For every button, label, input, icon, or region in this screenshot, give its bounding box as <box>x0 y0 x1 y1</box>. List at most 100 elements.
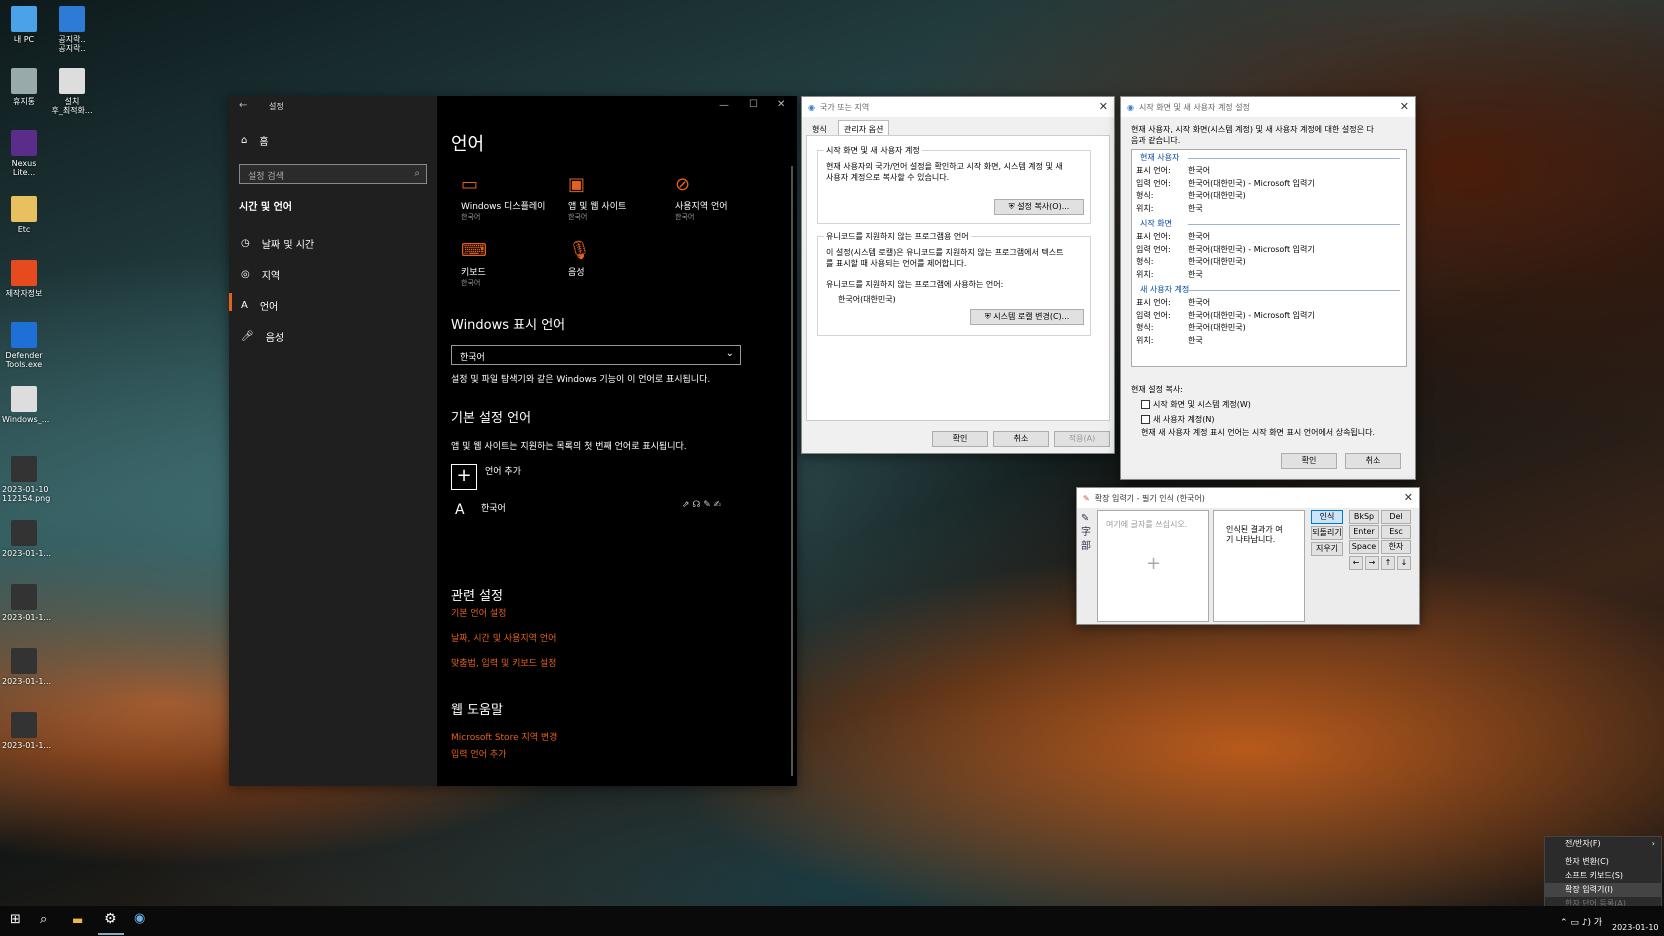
related-link-2[interactable]: 날짜, 시간 및 사용지역 언어 <box>451 631 556 644</box>
close-icon[interactable]: ✕ <box>777 99 785 110</box>
settings-window: ← 설정 ⌂ 홈 설정 검색 ⌕ 시간 및 언어 ◷ 날짜 및 시간 ◎ 지역 A 언어… <box>229 96 797 786</box>
tile-display[interactable]: ▭ Windows 디스플레이 한국어 <box>461 174 545 222</box>
menu-item[interactable]: 한자 변환(C) <box>1545 855 1661 869</box>
group-welcome: 시작 화면 및 새 사용자 계정 현재 사용자의 국가/언어 설정을 확인하고 … <box>817 145 1091 224</box>
clear-button[interactable]: 지우기 <box>1311 542 1343 556</box>
close-icon[interactable]: ✕ <box>1404 491 1413 504</box>
undo-button[interactable]: 되돌리기 <box>1311 526 1343 540</box>
lang-item-korean[interactable]: 한국어 <box>481 501 506 514</box>
scrollbar[interactable] <box>791 166 793 776</box>
handwriting-area[interactable]: 여기에 글자를 쓰십시오. + <box>1097 510 1209 622</box>
mic-icon: 🎤︎ <box>241 331 254 342</box>
desktop-icon[interactable]: Defender Tools.exe <box>2 322 46 369</box>
home-link[interactable]: ⌂ 홈 <box>241 133 269 148</box>
ime-key[interactable]: Space <box>1349 540 1379 554</box>
settings-gear-icon[interactable]: ⚙ <box>104 911 117 927</box>
tile-keyboard[interactable]: ⌨ 키보드 한국어 <box>461 240 487 288</box>
maximize-icon[interactable]: ☐ <box>749 99 758 110</box>
sidebar-item-datetime[interactable]: ◷ 날짜 및 시간 <box>241 236 314 251</box>
ime-key[interactable]: 한자 <box>1381 540 1411 554</box>
row-label: 위치: <box>1136 203 1154 213</box>
desktop-icon[interactable]: 2023-01-10 112154.png <box>2 456 50 503</box>
pref-lang-desc: 앱 및 웹 사이트는 지원하는 목록의 첫 번째 언어로 표시됩니다. <box>451 442 687 452</box>
ime-key[interactable]: Enter <box>1349 525 1379 539</box>
folder-icon[interactable]: ▬ <box>72 913 83 927</box>
desktop-icon[interactable]: 2023-01-1... <box>2 712 51 750</box>
desktop-icon[interactable]: 제작자정보 <box>2 260 46 298</box>
desktop-icon[interactable]: 2023-01-1... <box>2 648 51 686</box>
row-label: 위치: <box>1136 269 1154 279</box>
change-locale-button[interactable]: ⛨ 시스템 로캘 변경(C)... <box>970 309 1084 325</box>
checkbox-welcome[interactable]: 시작 화면 및 시스템 계정(W) <box>1141 399 1251 410</box>
tile-speech[interactable]: 🎙︎ 음성 <box>568 240 591 278</box>
desktop-icon[interactable]: 2023-01-1... <box>2 520 51 558</box>
ok-button[interactable]: 확인 <box>932 431 988 447</box>
group-non-unicode: 유니코드를 지원하지 않는 프로그램용 언어 이 설정(시스템 로캘)은 유니코… <box>817 231 1091 336</box>
settings-summary-list: 현재 사용자 표시 언어: 한국어 입력 언어: 한국어(대한민국) - Microso… <box>1131 149 1407 367</box>
desktop-icon[interactable]: 공지락.. 공지락.. <box>50 6 94 53</box>
help-link-2[interactable]: 입력 언어 추가 <box>451 747 506 760</box>
desktop-icon[interactable]: Windows_... <box>2 386 49 424</box>
arrow-key[interactable]: → <box>1365 556 1379 570</box>
window-title: 국가 또는 지역 <box>819 102 870 112</box>
minimize-icon[interactable]: — <box>719 100 729 111</box>
related-link-1[interactable]: 기본 언어 설정 <box>451 606 506 619</box>
menu-item[interactable]: 소프트 키보드(S) <box>1545 869 1661 883</box>
search-icon[interactable]: ⌕ <box>40 912 47 927</box>
sidebar-item-language[interactable]: A 언어 <box>241 298 278 313</box>
display-lang-select[interactable]: 한국어 ⌄ <box>451 345 741 365</box>
sidebar-item-region[interactable]: ◎ 지역 <box>241 267 280 282</box>
arrow-key[interactable]: ↓ <box>1397 556 1411 570</box>
row-label: 형식: <box>1136 257 1154 266</box>
row-value: 한국어(대한민국) <box>1188 257 1246 266</box>
region-globe-icon[interactable]: ◉ <box>134 911 145 926</box>
back-arrow-icon[interactable]: ← <box>239 100 247 111</box>
file-icon <box>11 456 37 482</box>
desktop-icon[interactable]: 내 PC <box>2 6 46 44</box>
ime-key[interactable]: Esc <box>1381 525 1411 539</box>
add-language-label[interactable]: 언어 추가 <box>485 464 521 477</box>
checkbox-new-user[interactable]: 새 사용자 계정(N) <box>1141 414 1214 425</box>
desktop-icon[interactable]: Nexus Lite... <box>2 130 46 177</box>
tab-format[interactable]: 형식 <box>812 124 827 135</box>
menu-item[interactable]: 전/반자(F) › <box>1545 837 1661 851</box>
desktop-icon[interactable]: 휴지통 <box>2 68 46 106</box>
keyboard-icon: ⌨ <box>461 240 487 261</box>
desktop-icon[interactable]: Etc <box>2 196 46 234</box>
tray-icons[interactable]: ⌃ ▭ ♪) 가 <box>1560 915 1602 928</box>
desktop-icon[interactable]: 2023-01-1... <box>2 584 52 622</box>
tile-regional-format[interactable]: ⊘ 사용지역 언어 한국어 <box>675 174 728 222</box>
desktop-icon[interactable]: 설치 후_최적화... <box>50 68 94 115</box>
desktop-icon-label: 2023-01-1... <box>2 613 52 622</box>
help-link-1[interactable]: Microsoft Store 지역 변경 <box>451 730 557 743</box>
globe-icon: ◉ <box>1127 102 1134 112</box>
clock-date[interactable]: 2023-01-10 <box>1612 923 1659 932</box>
sidebar-item-speech[interactable]: 🎤︎ 음성 <box>241 329 284 344</box>
close-icon[interactable]: ✕ <box>1099 100 1108 113</box>
file-icon <box>11 6 37 32</box>
recognize-button[interactable]: 인식 <box>1311 510 1343 524</box>
start-icon[interactable]: ⊞ <box>10 912 21 927</box>
row-label: 표시 언어: <box>1136 166 1171 175</box>
ime-key[interactable]: Del <box>1381 510 1411 524</box>
row-value: 한국어(대한민국) <box>1188 323 1246 332</box>
ok-button[interactable]: 확인 <box>1281 453 1337 469</box>
copy-settings-button[interactable]: ⛨ 설정 복사(O)... <box>994 199 1084 215</box>
search-input[interactable]: 설정 검색 ⌕ <box>239 164 427 184</box>
cancel-button[interactable]: 취소 <box>1345 453 1401 469</box>
related-link-3[interactable]: 맞춤법, 입력 및 키보드 설정 <box>451 656 556 669</box>
menu-item[interactable]: 확장 입력기(I) <box>1545 883 1661 897</box>
add-language-button[interactable]: + <box>451 464 477 490</box>
checkbox-icon <box>1141 415 1150 424</box>
ime-mode-icons[interactable]: ✎ 字部 <box>1081 512 1091 554</box>
apply-button[interactable]: 적용(A) <box>1054 431 1110 447</box>
cancel-button[interactable]: 취소 <box>993 431 1049 447</box>
ime-key[interactable]: BkSp <box>1349 510 1379 524</box>
tile-apps[interactable]: ▣ 앱 및 웹 사이트 한국어 <box>568 174 626 222</box>
file-icon <box>11 520 37 546</box>
arrow-key[interactable]: ↑ <box>1381 556 1395 570</box>
divider <box>1188 158 1400 159</box>
row-label: 입력 언어: <box>1136 178 1171 188</box>
close-icon[interactable]: ✕ <box>1400 100 1409 113</box>
arrow-key[interactable]: ← <box>1349 556 1363 570</box>
